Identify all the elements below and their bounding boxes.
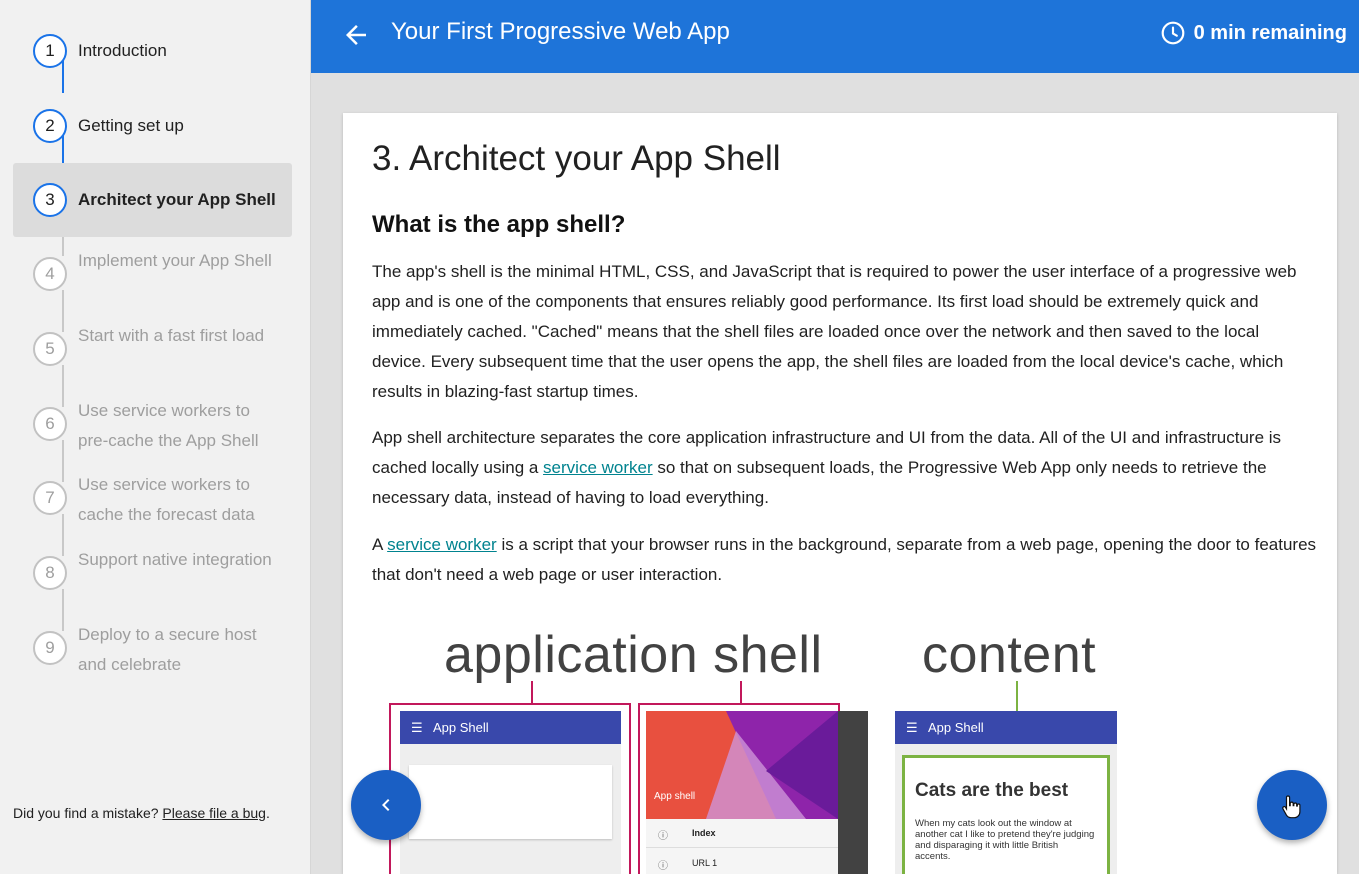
time-remaining: 0 min remaining <box>1160 20 1347 46</box>
hand-cursor-icon <box>1282 795 1301 819</box>
sidebar-step-implement-app-shell[interactable]: 4 Implement your App Shell <box>13 246 292 320</box>
sidebar-step-cache-forecast-data[interactable]: 7 Use service workers to cache the forec… <box>13 470 292 544</box>
phone-mockup-drawer: App shell ⓘ Index ⓘ URL 1 <box>646 711 868 874</box>
service-worker-link[interactable]: service worker <box>543 458 653 477</box>
previous-step-button[interactable] <box>351 770 421 840</box>
divider <box>646 847 838 848</box>
step-label: Start with a fast first load <box>78 326 265 345</box>
mock-app-title: App Shell <box>928 720 984 735</box>
paragraph-text: is a script that your browser runs in th… <box>372 535 1317 584</box>
mock-app-bar: ☰ App Shell <box>400 711 621 744</box>
drawer-item: URL 1 <box>692 858 718 868</box>
content-outline-card: Cats are the best When my cats look out … <box>902 755 1110 874</box>
chevron-left-icon <box>382 799 390 811</box>
mock-app-bar: ☰ App Shell <box>895 711 1117 744</box>
step-number: 5 <box>33 332 67 366</box>
step-label: Support native integration <box>78 550 272 569</box>
step-number: 9 <box>33 631 67 665</box>
arrow-left-icon <box>346 25 366 45</box>
drawer-scrim <box>838 711 868 874</box>
sidebar-step-architect-app-shell[interactable]: 3 Architect your App Shell <box>13 163 292 237</box>
sidebar-step-precache-app-shell[interactable]: 6 Use service workers to pre-cache the A… <box>13 396 292 470</box>
paragraph-service-worker: A service worker is a script that your b… <box>372 530 1317 590</box>
step-content-card: 3. Architect your App Shell What is the … <box>343 113 1337 874</box>
drawer-menu: ⓘ Index ⓘ URL 1 <box>646 819 838 874</box>
sidebar-step-introduction[interactable]: 1 Introduction <box>13 14 292 88</box>
menu-icon: ☰ <box>411 720 423 735</box>
mock-card-placeholder <box>409 765 612 839</box>
step-label: Use service workers to pre-cache the App… <box>78 401 259 450</box>
sidebar-step-fast-first-load[interactable]: 5 Start with a fast first load <box>13 321 292 395</box>
sidebar-step-getting-set-up[interactable]: 2 Getting set up <box>13 89 292 163</box>
step-title: 3. Architect your App Shell <box>372 139 781 178</box>
step-label: Use service workers to cache the forecas… <box>78 475 255 524</box>
step-label: Getting set up <box>78 116 184 135</box>
bug-suffix: . <box>265 805 270 821</box>
back-button[interactable] <box>341 20 371 50</box>
mock-app-title: App Shell <box>433 720 489 735</box>
paragraph-app-shell: The app's shell is the minimal HTML, CSS… <box>372 262 1297 401</box>
step-number: 1 <box>33 34 67 68</box>
next-step-button[interactable] <box>1257 770 1327 840</box>
mock-article-body: When my cats look out the window at anot… <box>915 818 1095 862</box>
clock-icon <box>1161 21 1184 45</box>
drawer-banner-label: App shell <box>654 791 696 802</box>
step-number: 6 <box>33 407 67 441</box>
phone-mockup-shell: ☰ App Shell <box>400 711 621 874</box>
step-label: Deploy to a secure host and celebrate <box>78 625 257 674</box>
step-label: Implement your App Shell <box>78 251 272 270</box>
paragraph-text: A <box>372 535 388 554</box>
sidebar-step-deploy[interactable]: 9 Deploy to a secure host and celebrate <box>13 620 292 694</box>
info-icon: ⓘ <box>658 831 668 842</box>
step-label: Introduction <box>78 41 167 60</box>
bug-prompt: Did you find a mistake? <box>13 805 159 821</box>
step-number: 8 <box>33 556 67 590</box>
step-label: Architect your App Shell <box>78 190 276 209</box>
service-worker-link[interactable]: service worker <box>387 535 497 554</box>
drawer-item: Index <box>692 828 716 838</box>
sidebar: 1 Introduction 2 Getting set up 3 Archit… <box>0 0 311 874</box>
step-number: 3 <box>33 183 67 217</box>
info-icon: ⓘ <box>658 861 668 872</box>
phone-mockup-content: ☰ App Shell Cats are the best When my ca… <box>895 711 1117 874</box>
mock-article-heading: Cats are the best <box>915 780 1069 801</box>
drawer-banner-art <box>646 711 838 819</box>
codelab-title: Your First Progressive Web App <box>391 18 730 45</box>
step-number: 4 <box>33 257 67 291</box>
top-app-bar: Your First Progressive Web App 0 min rem… <box>311 0 1359 73</box>
time-remaining-label: 0 min remaining <box>1193 21 1347 44</box>
paragraph-architecture: App shell architecture separates the cor… <box>372 423 1317 513</box>
step-number: 2 <box>33 109 67 143</box>
sidebar-step-native-integration[interactable]: 8 Support native integration <box>13 545 292 619</box>
bug-report-text: Did you find a mistake? Please file a bu… <box>13 805 270 821</box>
section-heading: What is the app shell? <box>372 211 626 238</box>
file-bug-link[interactable]: Please file a bug <box>162 805 266 821</box>
menu-icon: ☰ <box>906 720 918 735</box>
step-number: 7 <box>33 481 67 515</box>
